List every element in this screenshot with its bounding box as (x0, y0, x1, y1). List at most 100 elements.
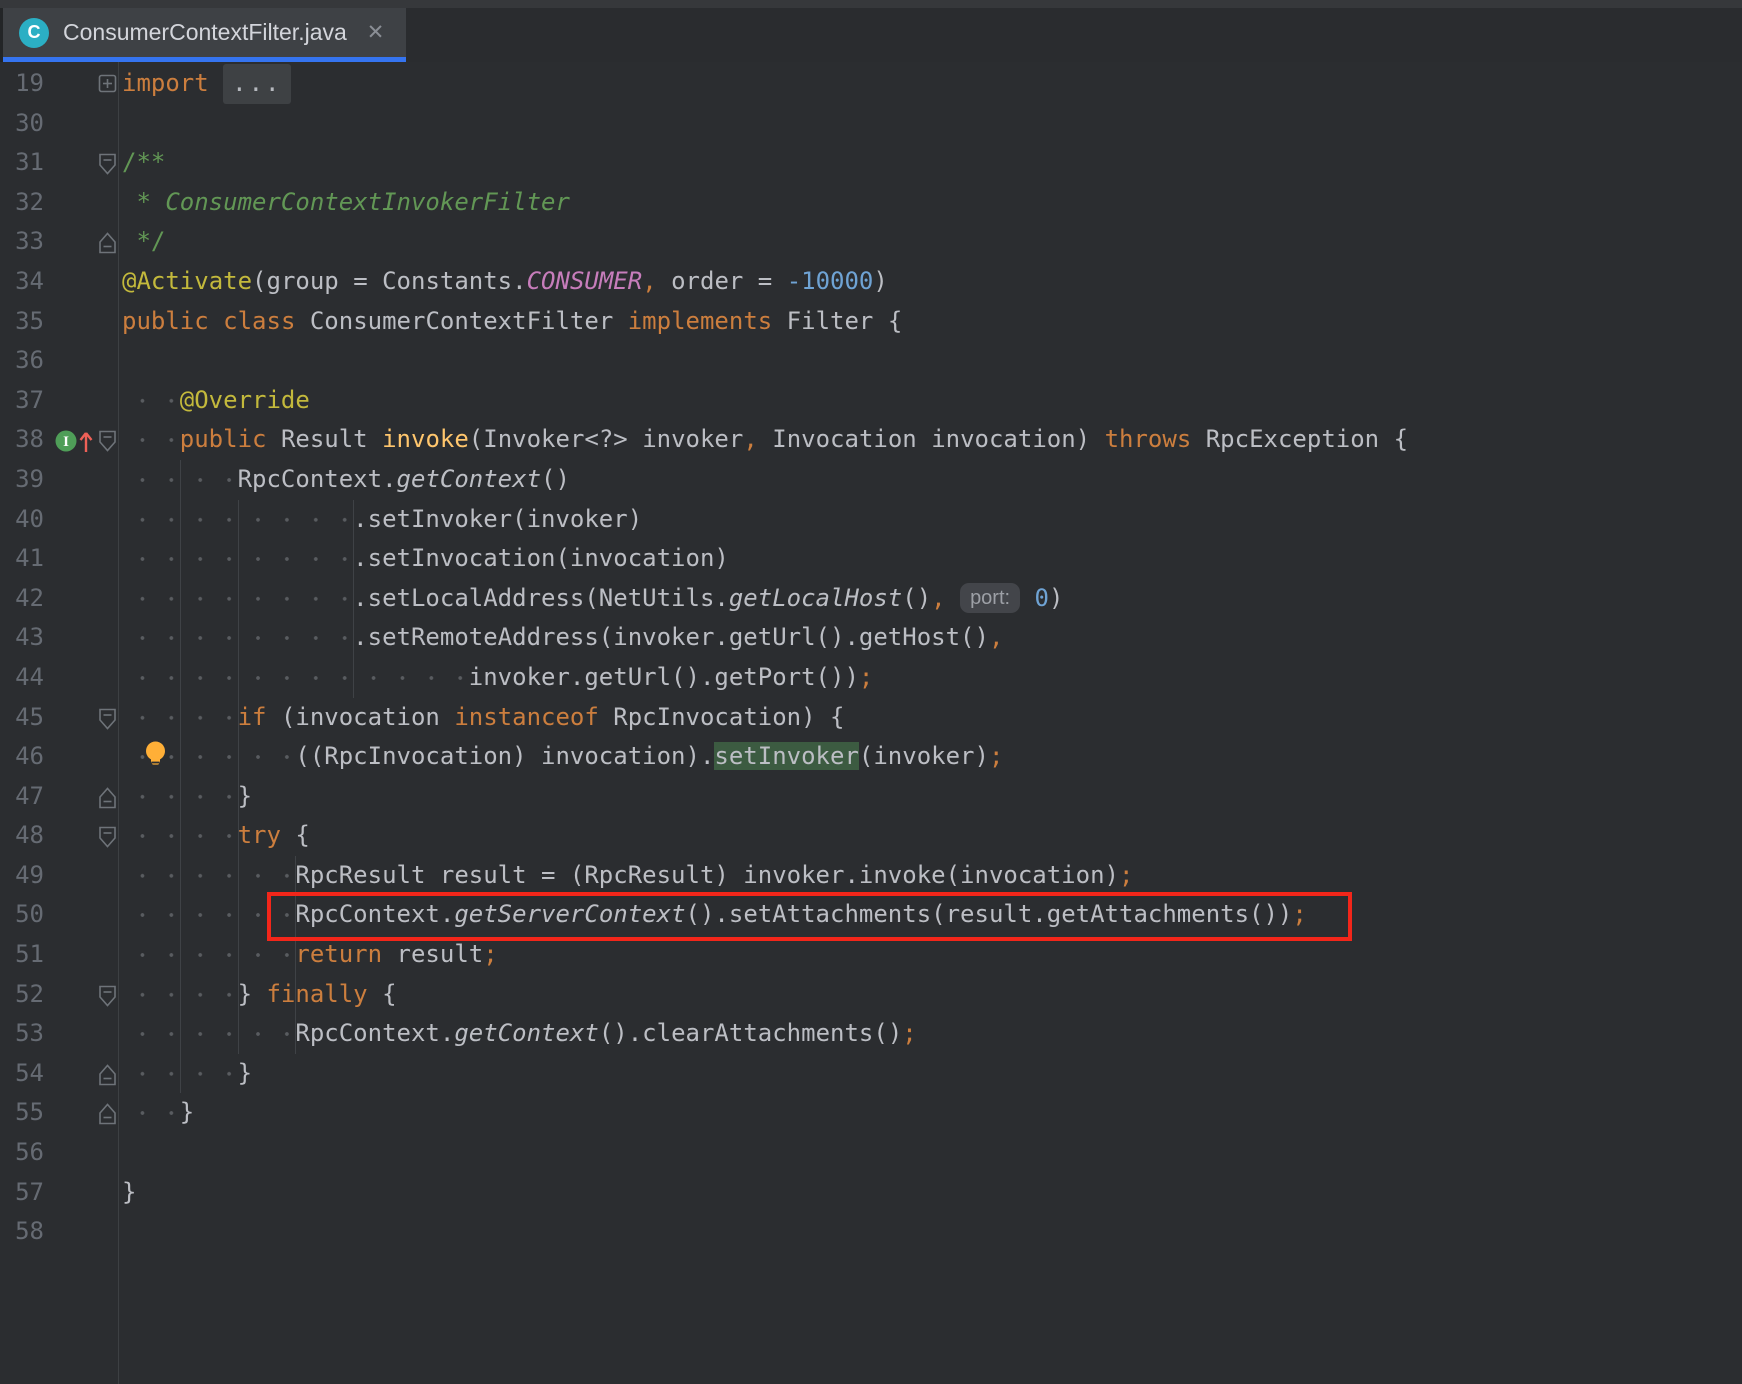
fold-marker-down[interactable] (102, 816, 122, 856)
editor-line-54[interactable]: 54} (0, 1054, 1742, 1094)
editor-line-42[interactable]: 42.setLocalAddress(NetUtils.getLocalHost… (0, 579, 1742, 619)
fold-marker-plus[interactable] (102, 64, 122, 104)
editor-line-38[interactable]: 38Ipublic Result invoke(Invoker<?> invok… (0, 420, 1742, 460)
fold-marker-area (102, 262, 122, 302)
code-segment: { (295, 821, 309, 849)
gutter-icon-area (44, 1093, 102, 1133)
editor-line-40[interactable]: 40.setInvoker(invoker) (0, 500, 1742, 540)
code-segment: @Activate (122, 267, 252, 295)
code-segment: setInvoker (714, 742, 859, 770)
code-segment: /** (122, 148, 165, 176)
editor-line-53[interactable]: 53RpcContext.getContext().clearAttachmen… (0, 1014, 1742, 1054)
editor-line-34[interactable]: 34@Activate(group = Constants.CONSUMER, … (0, 262, 1742, 302)
code-segment: @Override (180, 386, 310, 414)
code-segment: (Invoker<?> invoker (469, 425, 744, 453)
code-text: import ... (122, 64, 1742, 104)
code-segment: ().clearAttachments() (599, 1019, 902, 1047)
line-number: 44 (0, 658, 44, 698)
fold-marker-area (102, 1014, 122, 1054)
editor-line-47[interactable]: 47} (0, 777, 1742, 817)
editor-line-43[interactable]: 43.setRemoteAddress(invoker.getUrl().get… (0, 618, 1742, 658)
code-segment: (invoker) (859, 742, 989, 770)
line-number: 47 (0, 777, 44, 817)
editor-line-56[interactable]: 56 (0, 1133, 1742, 1173)
indent-whitespace (122, 183, 136, 223)
fold-marker-down[interactable] (102, 143, 122, 183)
gutter-icon-area (44, 381, 102, 421)
indent-whitespace (122, 1014, 295, 1054)
gutter-icon-area (44, 262, 102, 302)
line-number: 45 (0, 698, 44, 738)
editor-line-35[interactable]: 35public class ConsumerContextFilter imp… (0, 302, 1742, 342)
editor-line-58[interactable]: 58 (0, 1212, 1742, 1252)
code-segment: getServerContext (454, 900, 685, 928)
code-segment: ().setAttachments(result.getAttachments(… (686, 900, 1293, 928)
code-segment: } (238, 782, 252, 810)
code-segment: */ (136, 227, 165, 255)
ide-window: C ConsumerContextFilter.java ✕ 19 import … (0, 0, 1742, 1384)
fold-marker-down[interactable] (102, 698, 122, 738)
gutter-icon-area (44, 1173, 102, 1213)
gutter-icon-area (44, 975, 102, 1015)
indent-whitespace (122, 222, 136, 262)
editor-line-33[interactable]: 33 */ (0, 222, 1742, 262)
line-number: 34 (0, 262, 44, 302)
fold-marker-up[interactable] (102, 1093, 122, 1133)
editor-tab-consumercontextfilter[interactable]: C ConsumerContextFilter.java ✕ (3, 8, 406, 57)
folded-code-ellipsis[interactable]: ... (223, 64, 290, 104)
code-segment: import (122, 69, 209, 97)
code-segment: Filter { (772, 307, 902, 335)
parameter-hint: port: (960, 583, 1020, 613)
window-top-strip (0, 0, 1742, 8)
line-number: 35 (0, 302, 44, 342)
fold-marker-area (102, 460, 122, 500)
editor-line-31[interactable]: 31/** (0, 143, 1742, 183)
fold-marker-area (102, 539, 122, 579)
java-class-icon: C (19, 18, 49, 48)
fold-marker-up[interactable] (102, 1054, 122, 1094)
fold-marker-area (102, 302, 122, 342)
editor-line-45[interactable]: 45if (invocation instanceof RpcInvocatio… (0, 698, 1742, 738)
editor-line-50[interactable]: 50RpcContext.getServerContext().setAttac… (0, 895, 1742, 935)
code-text: invoker.getUrl().getPort()); (122, 658, 1742, 698)
editor-line-41[interactable]: 41.setInvocation(invocation) (0, 539, 1742, 579)
code-segment: instanceof (454, 703, 599, 731)
line-number: 56 (0, 1133, 44, 1173)
editor-line-19[interactable]: 19 import ... (0, 64, 1742, 104)
code-editor[interactable]: 19 import ... 3031/**32* ConsumerContextIn… (0, 62, 1742, 1384)
editor-line-49[interactable]: 49RpcResult result = (RpcResult) invoker… (0, 856, 1742, 896)
editor-line-46[interactable]: 46((RpcInvocation) invocation).setInvoke… (0, 737, 1742, 777)
line-number: 30 (0, 104, 44, 144)
fold-marker-down[interactable] (102, 420, 122, 460)
code-segment: finally (266, 980, 382, 1008)
line-number: 33 (0, 222, 44, 262)
fold-marker-down[interactable] (102, 975, 122, 1015)
tab-close-icon[interactable]: ✕ (367, 22, 385, 43)
code-segment: * ConsumerContextInvokerFilter (136, 188, 569, 216)
editor-line-37[interactable]: 37@Override (0, 381, 1742, 421)
fold-marker-up[interactable] (102, 222, 122, 262)
editor-line-52[interactable]: 52} finally { (0, 975, 1742, 1015)
code-segment: RpcResult result = (RpcResult) invoker.i… (295, 861, 1119, 889)
fold-marker-up[interactable] (102, 777, 122, 817)
line-number: 19 (0, 64, 44, 104)
editor-line-57[interactable]: 57} (0, 1173, 1742, 1213)
editor-line-55[interactable]: 55} (0, 1093, 1742, 1133)
code-text (122, 1133, 1742, 1173)
editor-line-48[interactable]: 48try { (0, 816, 1742, 856)
editor-line-30[interactable]: 30 (0, 104, 1742, 144)
editor-line-32[interactable]: 32* ConsumerContextInvokerFilter (0, 183, 1742, 223)
gutter-icon-area (44, 143, 102, 183)
editor-line-51[interactable]: 51return result; (0, 935, 1742, 975)
line-number: 42 (0, 579, 44, 619)
code-segment: Result (281, 425, 382, 453)
editor-line-36[interactable]: 36 (0, 341, 1742, 381)
line-number: 58 (0, 1212, 44, 1252)
editor-line-39[interactable]: 39RpcContext.getContext() (0, 460, 1742, 500)
code-segment: } (180, 1098, 194, 1126)
code-segment: 0 (1035, 584, 1049, 612)
code-segment: , (743, 425, 757, 453)
editor-line-44[interactable]: 44 invoker.getUrl().getPort()); (0, 658, 1742, 698)
code-segment: ; (483, 940, 497, 968)
fold-marker-area (102, 658, 122, 698)
